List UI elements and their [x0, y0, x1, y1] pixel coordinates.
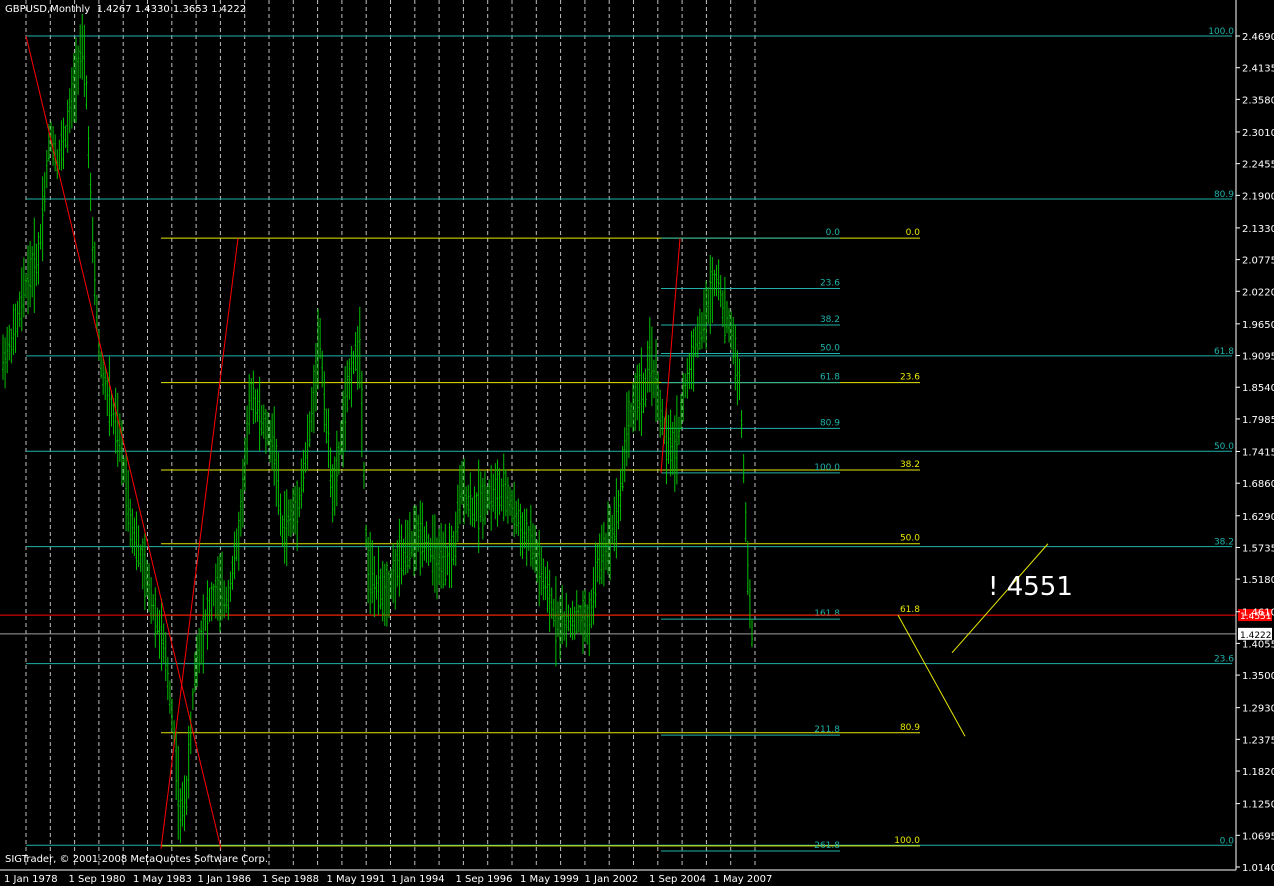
- x-tick-label: 1 May 1983: [133, 874, 192, 885]
- fib-label-right: 0.0: [826, 228, 841, 238]
- copyright-label: SIGTrader, © 2001-2008 MetaQuotes Softwa…: [5, 854, 269, 865]
- y-tick-label: 2.0220: [1242, 287, 1274, 298]
- y-tick-label: 1.1250: [1242, 800, 1274, 811]
- fib-label-right: 38.2: [820, 315, 840, 325]
- fib-label-yellow: 50.0: [900, 534, 920, 544]
- fib-label-left: 38.2: [1214, 538, 1234, 548]
- y-tick-label: 1.7985: [1242, 415, 1274, 426]
- y-tick-label: 1.5180: [1242, 575, 1274, 586]
- y-tick-label: 1.0140: [1242, 863, 1274, 874]
- fib-label-right: 23.6: [820, 278, 840, 288]
- y-tick-label: 1.1820: [1242, 767, 1274, 778]
- ohlc-label: 1.4267 1.4330 1.3653 1.4222: [96, 4, 247, 15]
- projection-down: [897, 614, 966, 737]
- y-tick-label: 1.5735: [1242, 543, 1274, 554]
- chart-canvas: 100.0 80.9 61.8 50.0 38.2 23.6 0.0 0.0 23.6 38.2 5…: [0, 0, 1274, 885]
- y-tick-label: 1.4610: [1242, 608, 1274, 619]
- y-tick-label: 2.3010: [1242, 128, 1274, 139]
- y-tick-label: 1.2930: [1242, 704, 1274, 715]
- y-tick-label: 2.0775: [1242, 256, 1274, 267]
- x-tick-label: 1 Jan 1986: [198, 874, 252, 885]
- fib-label-right: 80.9: [820, 418, 840, 428]
- price-candles: [2, 13, 753, 844]
- fib-label-yellow: 80.9: [900, 723, 920, 733]
- trend-lines: [25, 35, 1049, 849]
- y-tick-label: 1.9095: [1242, 352, 1274, 363]
- fib-label-left: 0.0: [1220, 836, 1235, 846]
- x-tick-label: 1 Sep 1996: [456, 874, 513, 885]
- y-tick-label: 1.9650: [1242, 320, 1274, 331]
- y-tick-label: 1.0695: [1242, 831, 1274, 842]
- x-tick-label: 1 May 1999: [520, 874, 579, 885]
- fib-label-yellow: 23.6: [900, 373, 920, 383]
- y-tick-label: 2.4690: [1242, 32, 1274, 43]
- y-tick-label: 2.3580: [1242, 95, 1274, 106]
- y-tick-label: 1.6860: [1242, 479, 1274, 490]
- fib-label-left: 100.0: [1208, 27, 1234, 37]
- fib-label-right: 261.8: [814, 841, 840, 851]
- fib-label-yellow: 0.0: [906, 228, 921, 238]
- x-tick-label: 1 Sep 1980: [69, 874, 126, 885]
- y-tick-label: 1.7415: [1242, 448, 1274, 459]
- y-tick-label: 1.4055: [1242, 639, 1274, 650]
- symbol-label: GBPUSD,Monthly: [5, 4, 91, 15]
- y-tick-label: 2.4135: [1242, 64, 1274, 75]
- fib-label-left: 61.8: [1214, 347, 1234, 357]
- x-tick-label: 1 May 2007: [714, 874, 773, 885]
- y-tick-label: 1.6290: [1242, 512, 1274, 523]
- y-tick-label: 2.1900: [1242, 191, 1274, 202]
- chart-title: GBPUSD,Monthly 1.4267 1.4330 1.3653 1.42…: [5, 4, 246, 15]
- y-tick-label: 1.8540: [1242, 383, 1274, 394]
- y-tick-label: 1.2375: [1242, 735, 1274, 746]
- x-tick-label: 1 Sep 2004: [649, 874, 706, 885]
- fib-label-yellow: 61.8: [900, 605, 920, 615]
- x-tick-label: 1 Jan 2002: [585, 874, 639, 885]
- fib-label-left: 50.0: [1214, 442, 1234, 452]
- fib-label-right: 61.8: [820, 373, 840, 383]
- fib-label-right: 100.0: [814, 463, 840, 473]
- y-tick-label: 2.2455: [1242, 160, 1274, 171]
- y-tick-label: 1.3500: [1242, 671, 1274, 682]
- fib-label-yellow: 38.2: [900, 460, 920, 470]
- x-tick-label: 1 May 1991: [327, 874, 386, 885]
- x-tick-label: 1 Jan 1994: [391, 874, 445, 885]
- fib-label-yellow: 100.0: [894, 836, 920, 846]
- fib-label-right: 211.8: [814, 725, 840, 735]
- y-tick-label: 2.1330: [1242, 224, 1274, 235]
- fib-label-right: 50.0: [820, 344, 840, 354]
- fib-label-right: 161.8: [814, 609, 840, 619]
- fib-label-left: 80.9: [1214, 190, 1234, 200]
- x-tick-label: 1 Sep 1988: [262, 874, 319, 885]
- fib-label-left: 23.6: [1214, 655, 1234, 665]
- vertical-grid: [25, 0, 756, 868]
- price-annotation: ! 4551: [988, 572, 1073, 602]
- x-tick-label: 1 Jan 1978: [4, 874, 58, 885]
